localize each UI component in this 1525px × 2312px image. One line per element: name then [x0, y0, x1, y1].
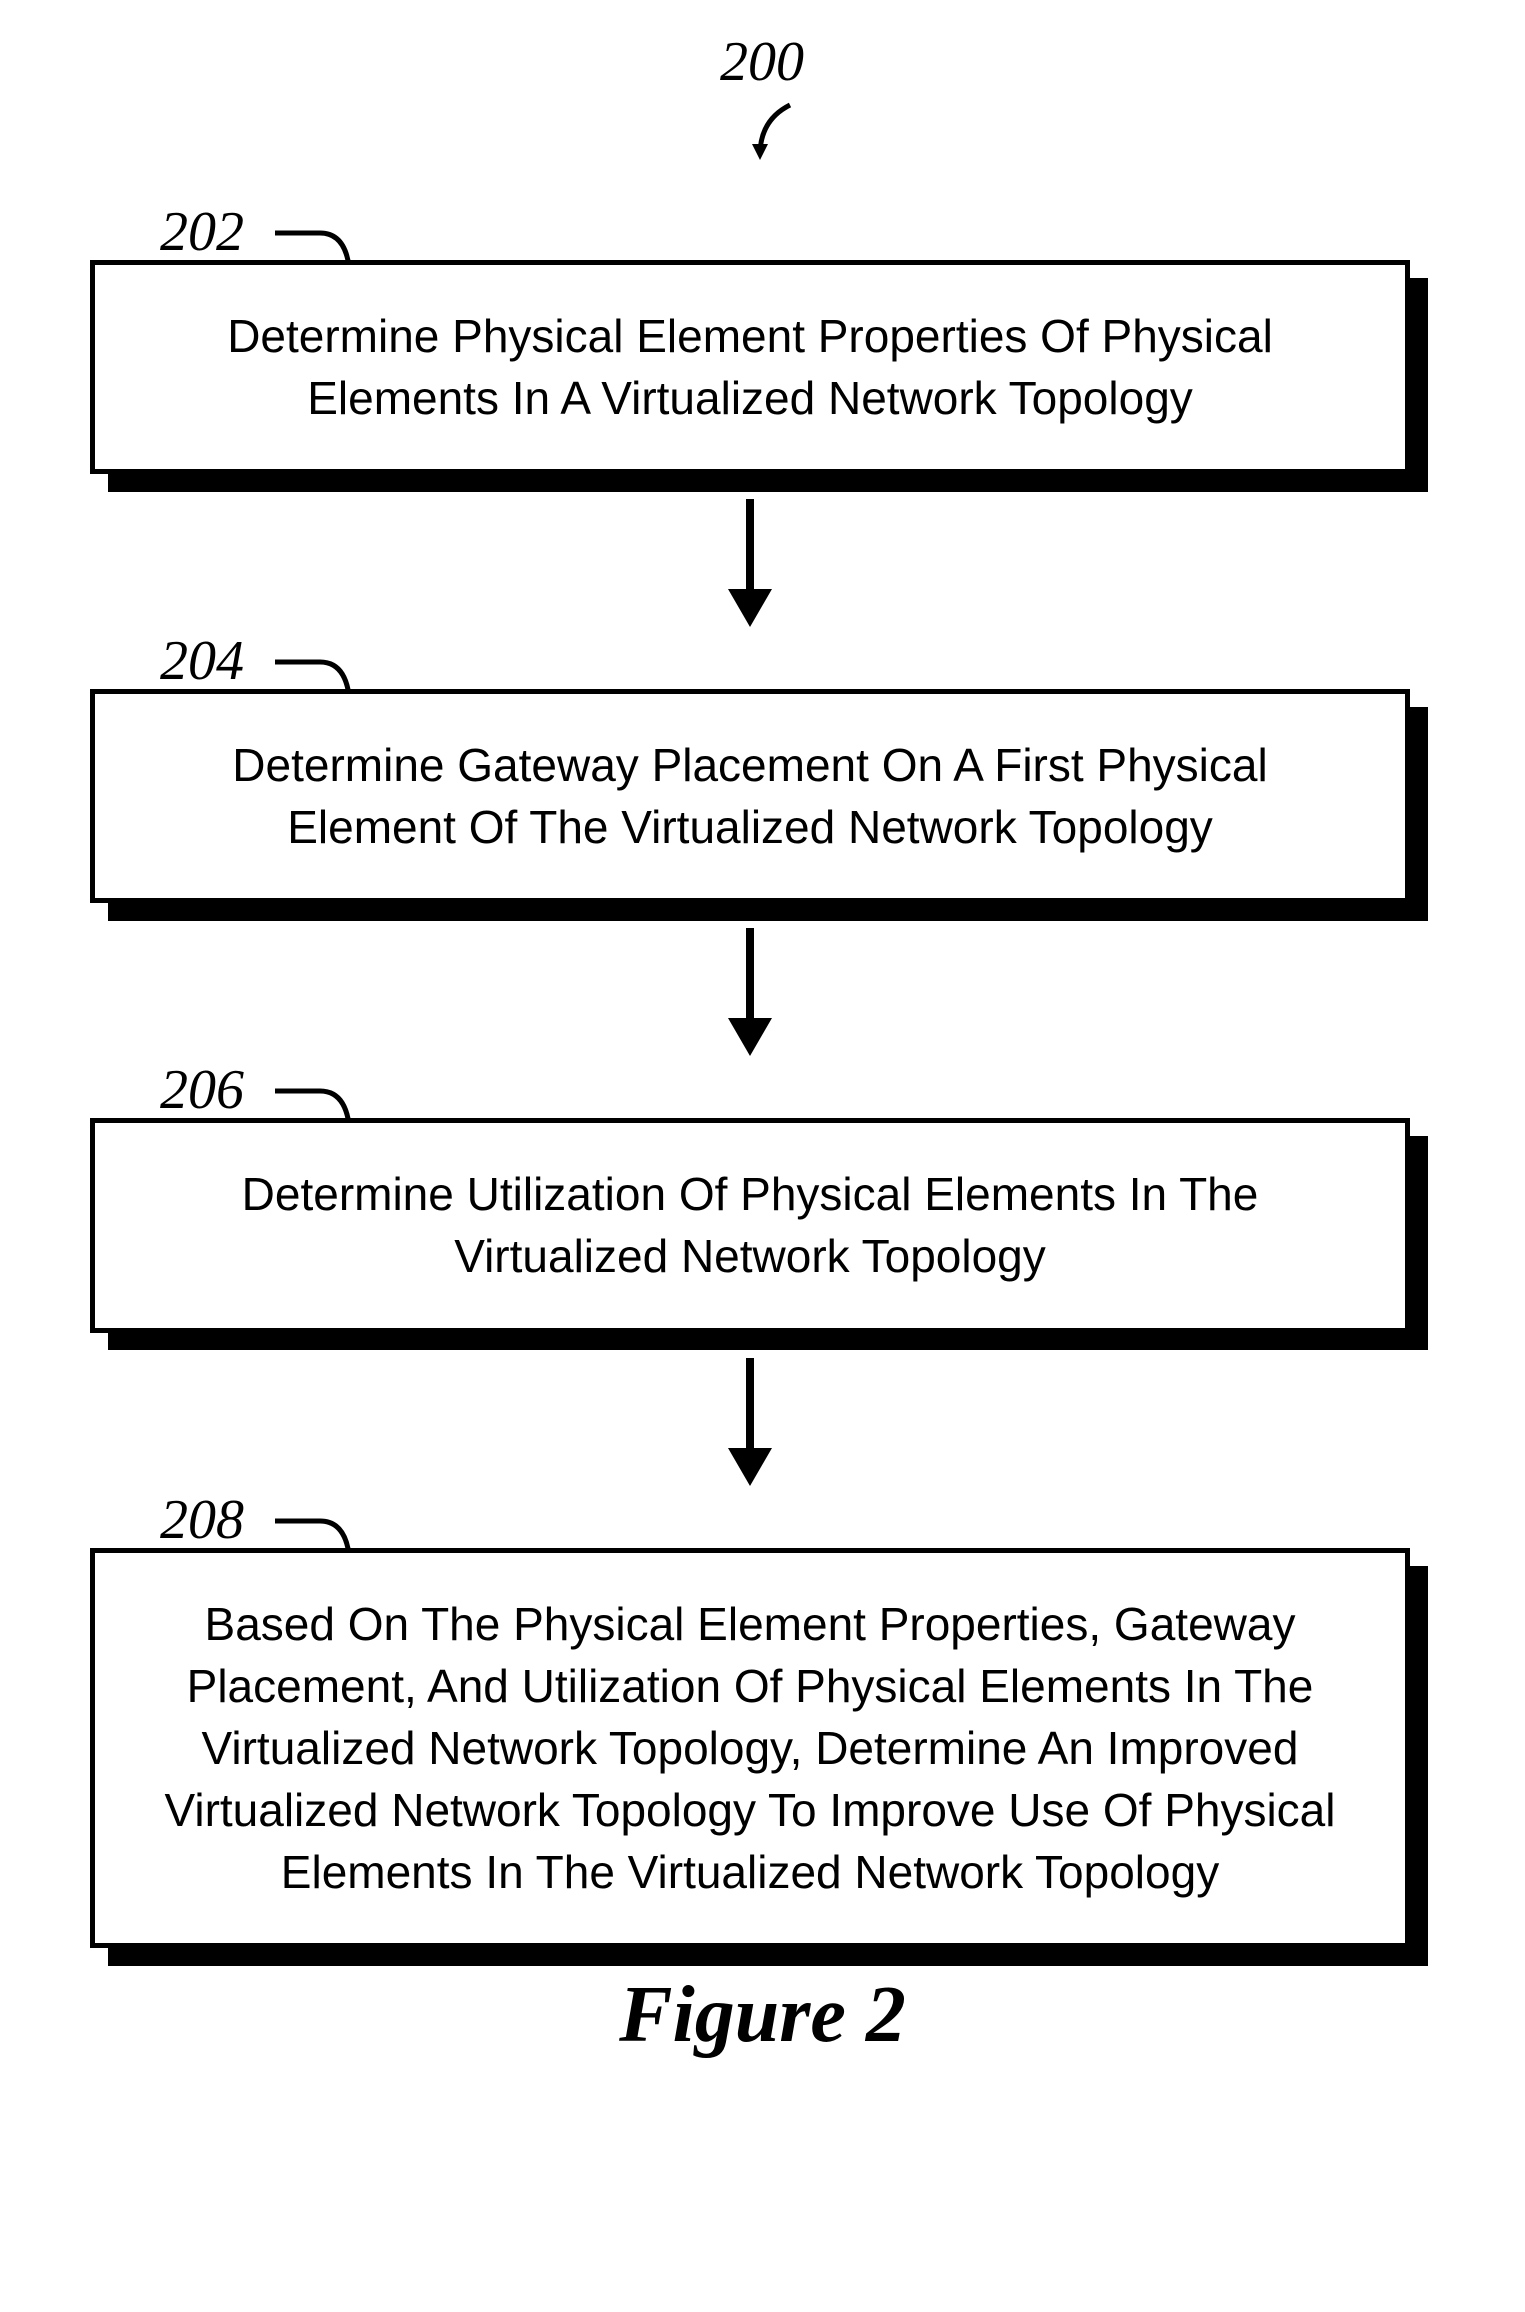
arrow-down-icon — [720, 499, 780, 629]
page: 200 202 Determine Physical Element Prope… — [0, 0, 1525, 2312]
flow-step: 208 Based On The Physical Element Proper… — [90, 1548, 1410, 1948]
flow-box-container: Determine Utilization Of Physical Elemen… — [90, 1118, 1410, 1332]
flow-step: 202 Determine Physical Element Propertie… — [90, 260, 1410, 474]
flowchart: 202 Determine Physical Element Propertie… — [90, 200, 1410, 1948]
flow-box-container: Determine Gateway Placement On A First P… — [90, 689, 1410, 903]
flow-box: Based On The Physical Element Properties… — [90, 1548, 1410, 1948]
figure-caption: Figure 2 — [0, 1970, 1525, 2061]
flow-box-text: Determine Physical Element Properties Of… — [227, 310, 1273, 424]
diagram-reference-number: 200 — [720, 30, 804, 94]
flow-step: 204 Determine Gateway Placement On A Fir… — [90, 689, 1410, 903]
flow-box: Determine Gateway Placement On A First P… — [90, 689, 1410, 903]
step-reference-number: 206 — [160, 1058, 244, 1122]
reference-leader-icon — [750, 100, 820, 170]
step-reference-number: 208 — [160, 1488, 244, 1552]
step-reference-number: 204 — [160, 629, 244, 693]
flow-box-text: Based On The Physical Element Properties… — [165, 1598, 1336, 1898]
flow-box-text: Determine Gateway Placement On A First P… — [232, 739, 1267, 853]
arrow-down-icon — [720, 1358, 780, 1488]
flow-box: Determine Utilization Of Physical Elemen… — [90, 1118, 1410, 1332]
flow-box: Determine Physical Element Properties Of… — [90, 260, 1410, 474]
step-reference-number: 202 — [160, 200, 244, 264]
arrow-down-icon — [720, 928, 780, 1058]
flow-step: 206 Determine Utilization Of Physical El… — [90, 1118, 1410, 1332]
flow-box-container: Determine Physical Element Properties Of… — [90, 260, 1410, 474]
flow-box-text: Determine Utilization Of Physical Elemen… — [242, 1168, 1259, 1282]
flow-box-container: Based On The Physical Element Properties… — [90, 1548, 1410, 1948]
